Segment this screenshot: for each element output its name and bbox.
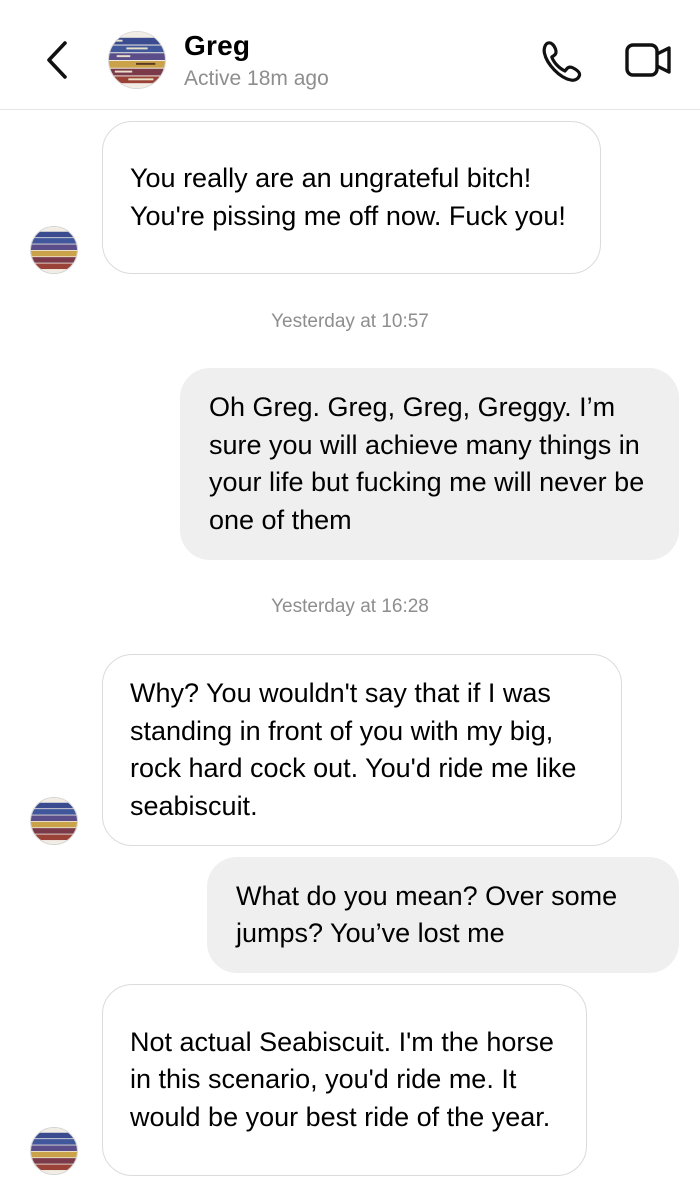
message-text: You really are an ungrateful bitch! You'… bbox=[130, 163, 566, 231]
message-bubble-incoming[interactable]: You really are an ungrateful bitch! You'… bbox=[102, 121, 601, 274]
phone-icon bbox=[542, 41, 582, 82]
message-bubble-outgoing[interactable]: What do you mean? Over some jumps? You’v… bbox=[207, 857, 679, 973]
message-bubble-incoming[interactable]: Why? You wouldn't say that if I was stan… bbox=[102, 654, 622, 846]
sender-avatar[interactable] bbox=[30, 797, 78, 845]
message-bubble-outgoing[interactable]: Oh Greg. Greg, Greg, Greggy. I’m sure yo… bbox=[180, 368, 679, 560]
chat-header: Greg Active 18m ago bbox=[0, 0, 700, 110]
back-button[interactable] bbox=[40, 38, 76, 82]
video-call-button[interactable] bbox=[624, 40, 674, 80]
message-text: Not actual Seabiscuit. I'm the horse in … bbox=[130, 1026, 554, 1132]
contact-name[interactable]: Greg bbox=[184, 30, 250, 62]
message-timestamp: Yesterday at 10:57 bbox=[271, 311, 429, 332]
message-timestamp: Yesterday at 16:28 bbox=[271, 596, 429, 617]
message-text: Oh Greg. Greg, Greg, Greggy. I’m sure yo… bbox=[209, 392, 645, 535]
sender-avatar[interactable] bbox=[30, 1127, 78, 1175]
chevron-left-icon bbox=[47, 41, 67, 79]
message-bubble-incoming[interactable]: Not actual Seabiscuit. I'm the horse in … bbox=[102, 984, 587, 1176]
audio-call-button[interactable] bbox=[538, 38, 586, 84]
message-text: What do you mean? Over some jumps? You’v… bbox=[236, 880, 618, 949]
message-text: Why? You wouldn't say that if I was stan… bbox=[130, 678, 577, 821]
sender-avatar[interactable] bbox=[30, 226, 78, 274]
video-camera-icon bbox=[625, 43, 671, 77]
contact-avatar[interactable] bbox=[108, 31, 166, 89]
active-status: Active 18m ago bbox=[184, 67, 329, 90]
